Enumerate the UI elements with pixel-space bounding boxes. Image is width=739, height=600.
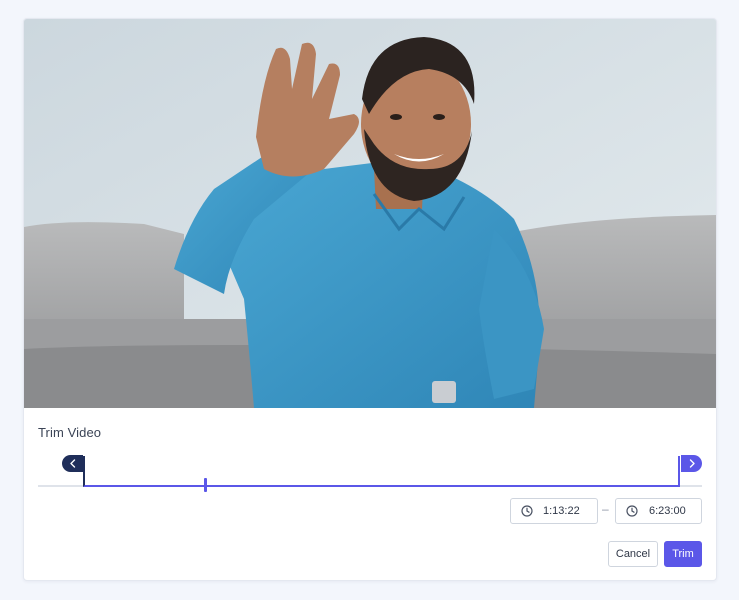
start-time-field[interactable]: 1:13:22 xyxy=(510,498,598,524)
trim-button[interactable]: Trim xyxy=(664,541,702,567)
clock-icon xyxy=(521,505,533,517)
video-frame-image xyxy=(24,19,716,408)
chevron-left-icon xyxy=(69,459,75,468)
trim-end-handle[interactable] xyxy=(681,455,702,472)
end-time-value: 6:23:00 xyxy=(649,505,686,517)
video-preview[interactable] xyxy=(24,19,716,408)
clock-icon xyxy=(626,505,638,517)
playhead-marker[interactable] xyxy=(204,478,207,492)
trim-selection xyxy=(83,456,680,487)
time-range-separator: – xyxy=(602,502,609,516)
trim-title: Trim Video xyxy=(38,425,102,440)
trim-start-handle[interactable] xyxy=(62,455,83,472)
start-time-value: 1:13:22 xyxy=(543,505,580,517)
chevron-right-icon xyxy=(689,459,695,468)
end-time-field[interactable]: 6:23:00 xyxy=(615,498,702,524)
trim-video-card: Trim Video 1:13:22 – 6:23:00 Cancel Trim xyxy=(23,18,717,581)
cancel-button[interactable]: Cancel xyxy=(608,541,658,567)
